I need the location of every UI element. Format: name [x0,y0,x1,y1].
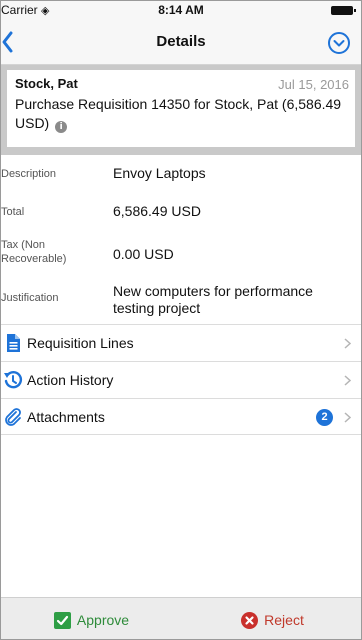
field-value: 0.00 USD [113,246,174,262]
circle-x-icon [241,611,259,629]
list-item-label: Attachments [27,409,105,425]
request-subject: Purchase Requisition 14350 for Stock, Pa… [15,95,347,133]
chevron-right-icon [344,338,351,349]
page-title: Details [156,33,206,50]
reject-button[interactable]: Reject [182,598,361,639]
checkbox-check-icon [53,611,71,629]
list-item-label: Action History [27,372,114,388]
info-icon[interactable]: i [55,121,68,133]
field-value: New computers for performance testing pr… [113,283,313,316]
list-item-attachments[interactable]: Attachments 2 [1,398,361,435]
request-date: Jul 15, 2016 [278,77,349,92]
field-label: Description [1,168,57,180]
history-icon [4,370,23,389]
field-label: Tax (Non Recoverable) [1,239,67,265]
field-value: 6,586.49 USD [113,203,201,219]
list-item-requisition-lines[interactable]: Requisition Lines [1,324,361,361]
action-bar: Approve Reject [1,597,361,639]
field-label: Justification [1,292,59,304]
approve-label: Approve [76,612,130,628]
battery-icon [331,6,356,15]
nav-bar: Details [1,21,361,65]
header-card-container: Stock, Pat Jul 15, 2016 Purchase Requisi… [1,65,361,155]
approve-button[interactable]: Approve [1,598,182,639]
screen: Carrier ◈ 8:14 AM Details Stock, Pat Jul… [0,0,362,640]
reject-label: Reject [264,612,304,628]
attachment-count-badge: 2 [316,409,333,426]
paperclip-icon [5,408,21,426]
header-card: Stock, Pat Jul 15, 2016 Purchase Requisi… [7,70,355,147]
circle-chevron-down-icon [328,32,350,54]
document-icon [7,334,20,352]
list-item-label: Requisition Lines [27,335,134,351]
chevron-right-icon [344,412,351,423]
actions-menu-button[interactable] [327,31,351,55]
list-item-action-history[interactable]: Action History [1,361,361,398]
chevron-right-icon [344,375,351,386]
field-label: Total [1,206,25,218]
status-bar: Carrier ◈ 8:14 AM [1,1,361,21]
field-value: Envoy Laptops [113,165,206,181]
status-time: 8:14 AM [158,3,204,17]
